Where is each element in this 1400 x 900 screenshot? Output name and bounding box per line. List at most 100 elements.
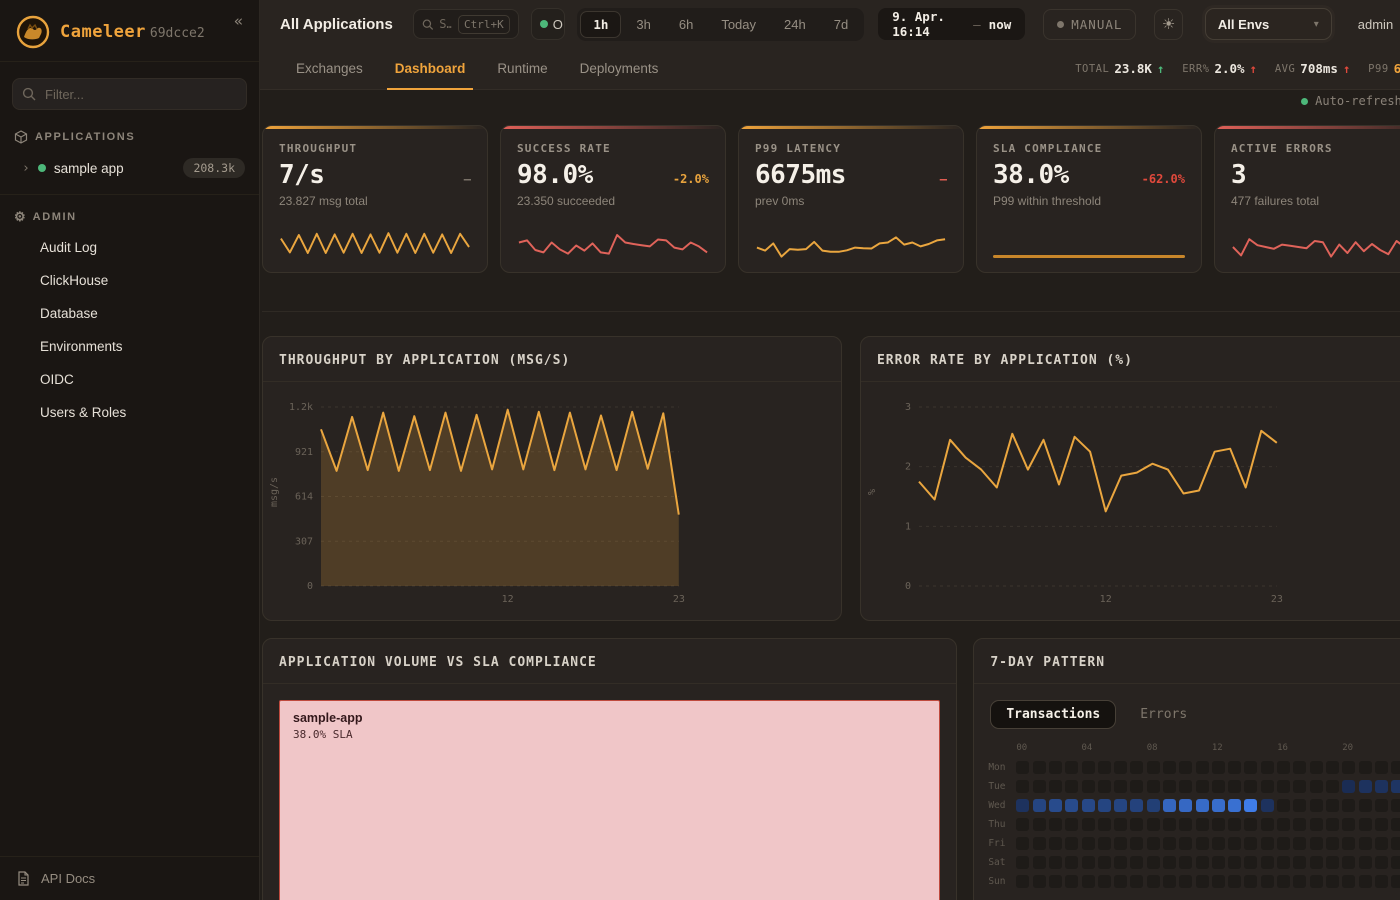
expand-chevron-icon[interactable]: › [22, 161, 30, 176]
kpi-accent-bar [1215, 126, 1400, 129]
document-icon [16, 871, 31, 886]
heatmap-cell [1391, 799, 1400, 812]
kpi-delta: -62.0% [1142, 172, 1185, 186]
kpi-delta: -2.0% [673, 172, 709, 186]
tab-runtime[interactable]: Runtime [481, 48, 563, 89]
heatmap-cell [1196, 818, 1209, 831]
heatmap-cell [1082, 799, 1095, 812]
topstat-avg: AVG708ms↑ [1275, 61, 1350, 76]
sidebar-item-users-roles[interactable]: Users & Roles [0, 396, 259, 429]
heatmap-day-label: Thu [988, 819, 1016, 830]
global-search[interactable]: S… Ctrl+K [413, 9, 519, 39]
manual-refresh-button[interactable]: MANUAL [1043, 9, 1136, 40]
sidebar-item-oidc[interactable]: OIDC [0, 363, 259, 396]
sidebar-item-audit-log[interactable]: Audit Log [0, 231, 259, 264]
tab-deployments[interactable]: Deployments [564, 48, 675, 89]
heatmap-cell [1130, 856, 1143, 869]
time-range-7d[interactable]: 7d [821, 11, 861, 38]
kpi-title: SLA COMPLIANCE [993, 142, 1185, 155]
chevron-down-icon: ▾ [1314, 19, 1319, 30]
heatmap-cell [1130, 818, 1143, 831]
heatmap-row-sat: Sat [988, 854, 1400, 870]
kpi-title: P99 LATENCY [755, 142, 947, 155]
seven-day-pattern-panel: 7-DAY PATTERN TransactionsErrors 0004081… [973, 638, 1400, 900]
heatmap-cell [1114, 856, 1127, 869]
heatmap-cell [1114, 837, 1127, 850]
heatmap-cell [1130, 875, 1143, 888]
heatmap-cell [1065, 875, 1078, 888]
volume-sla-panel: APPLICATION VOLUME VS SLA COMPLIANCE sam… [262, 638, 957, 900]
sidebar-item-environments[interactable]: Environments [0, 330, 259, 363]
heatmap-row-sun: Sun [988, 873, 1400, 889]
bottom-row: APPLICATION VOLUME VS SLA COMPLIANCE sam… [262, 638, 1400, 900]
topstat-p99: P996.7s↑ [1368, 61, 1400, 76]
online-status-button[interactable]: O [531, 8, 566, 40]
heatmap-cell [1033, 856, 1046, 869]
time-range-24h[interactable]: 24h [771, 11, 819, 38]
pattern-toggle-errors[interactable]: Errors [1124, 700, 1203, 729]
heatmap-cell [1147, 761, 1160, 774]
heatmap-row-thu: Thu [988, 816, 1400, 832]
heatmap-cell [1196, 856, 1209, 869]
kpi-card-throughput[interactable]: THROUGHPUT7/s–23.827 msg total [262, 125, 488, 273]
date-separator: — [973, 17, 981, 32]
heatmap-cell [1212, 856, 1225, 869]
time-range-1h[interactable]: 1h [580, 11, 621, 38]
treemap-tile-sample-app[interactable]: sample-app 38.0% SLA [279, 700, 940, 900]
heatmap-cell [1391, 761, 1400, 774]
kpi-sparkline [279, 226, 471, 262]
error-rate-line-chart: 01231223% [861, 382, 1400, 620]
heatmap-cell [1130, 799, 1143, 812]
heatmap-cell [1065, 818, 1078, 831]
sidebar-item-database[interactable]: Database [0, 297, 259, 330]
theme-toggle-button[interactable]: ☀ [1154, 9, 1182, 40]
filter-input[interactable] [12, 78, 247, 110]
tab-exchanges[interactable]: Exchanges [280, 48, 379, 89]
sidebar-item-clickhouse[interactable]: ClickHouse [0, 264, 259, 297]
heatmap-cell [1359, 818, 1372, 831]
date-range-pill[interactable]: 9. Apr. 16:14 — now [878, 8, 1025, 40]
heatmap-cell [1179, 856, 1192, 869]
kpi-value-row: 38.0%-62.0% [993, 160, 1185, 190]
kpi-card-p99-latency[interactable]: P99 LATENCY6675ms–prev 0ms [738, 125, 964, 273]
heatmap-cell [1163, 856, 1176, 869]
kpi-card-sla-compliance[interactable]: SLA COMPLIANCE38.0%-62.0%P99 within thre… [976, 125, 1202, 273]
admin-section-label: ADMIN [33, 211, 77, 223]
svg-text:12: 12 [1100, 594, 1112, 605]
time-range-3h[interactable]: 3h [623, 11, 663, 38]
kpi-card-active-errors[interactable]: ACTIVE ERRORS3–477 failures total [1214, 125, 1400, 273]
heatmap-cell [1342, 837, 1355, 850]
time-range-6h[interactable]: 6h [666, 11, 706, 38]
pattern-body: TransactionsErrors 000408121620MonTueWed… [974, 684, 1400, 900]
heatmap-cell [1261, 780, 1274, 793]
kpi-value-row: 6675ms– [755, 160, 947, 190]
pattern-toggle-transactions[interactable]: Transactions [990, 700, 1116, 729]
kpi-value-row: 3– [1231, 160, 1400, 190]
heatmap-cell [1098, 780, 1111, 793]
kpi-accent-bar [263, 126, 487, 129]
kpi-card-success-rate[interactable]: SUCCESS RATE98.0%-2.0%23.350 succeeded [500, 125, 726, 273]
sidebar-collapse-icon[interactable]: « [228, 10, 249, 32]
kpi-title: THROUGHPUT [279, 142, 471, 155]
throughput-panel-title: THROUGHPUT BY APPLICATION (MSG/S) [279, 353, 570, 368]
kpi-value: 7/s [279, 160, 324, 190]
heatmap-cell [1228, 856, 1241, 869]
heatmap-cell [1147, 856, 1160, 869]
page-title: All Applications [280, 16, 393, 33]
tab-dashboard[interactable]: Dashboard [379, 48, 482, 89]
env-select[interactable]: All Envs ▾ [1205, 8, 1332, 40]
heatmap-cell [1310, 875, 1323, 888]
heatmap-hour-label: 04 [1082, 743, 1147, 756]
sidebar-item-sample-app[interactable]: › sample app 208.3k [0, 150, 259, 186]
section-divider [262, 311, 1400, 312]
kpi-value: 6675ms [755, 160, 846, 190]
throughput-panel-header: THROUGHPUT BY APPLICATION (MSG/S) [263, 337, 841, 382]
time-range-today[interactable]: Today [708, 11, 769, 38]
api-docs-label: API Docs [41, 871, 95, 886]
sidebar-item-api-docs[interactable]: API Docs [0, 856, 259, 900]
treemap-body: sample-app 38.0% SLA [263, 684, 956, 900]
manual-dot [1057, 21, 1064, 28]
topstat-value: 708ms [1300, 61, 1338, 76]
heatmap-cell [1293, 818, 1306, 831]
heatmap-cell [1326, 875, 1339, 888]
